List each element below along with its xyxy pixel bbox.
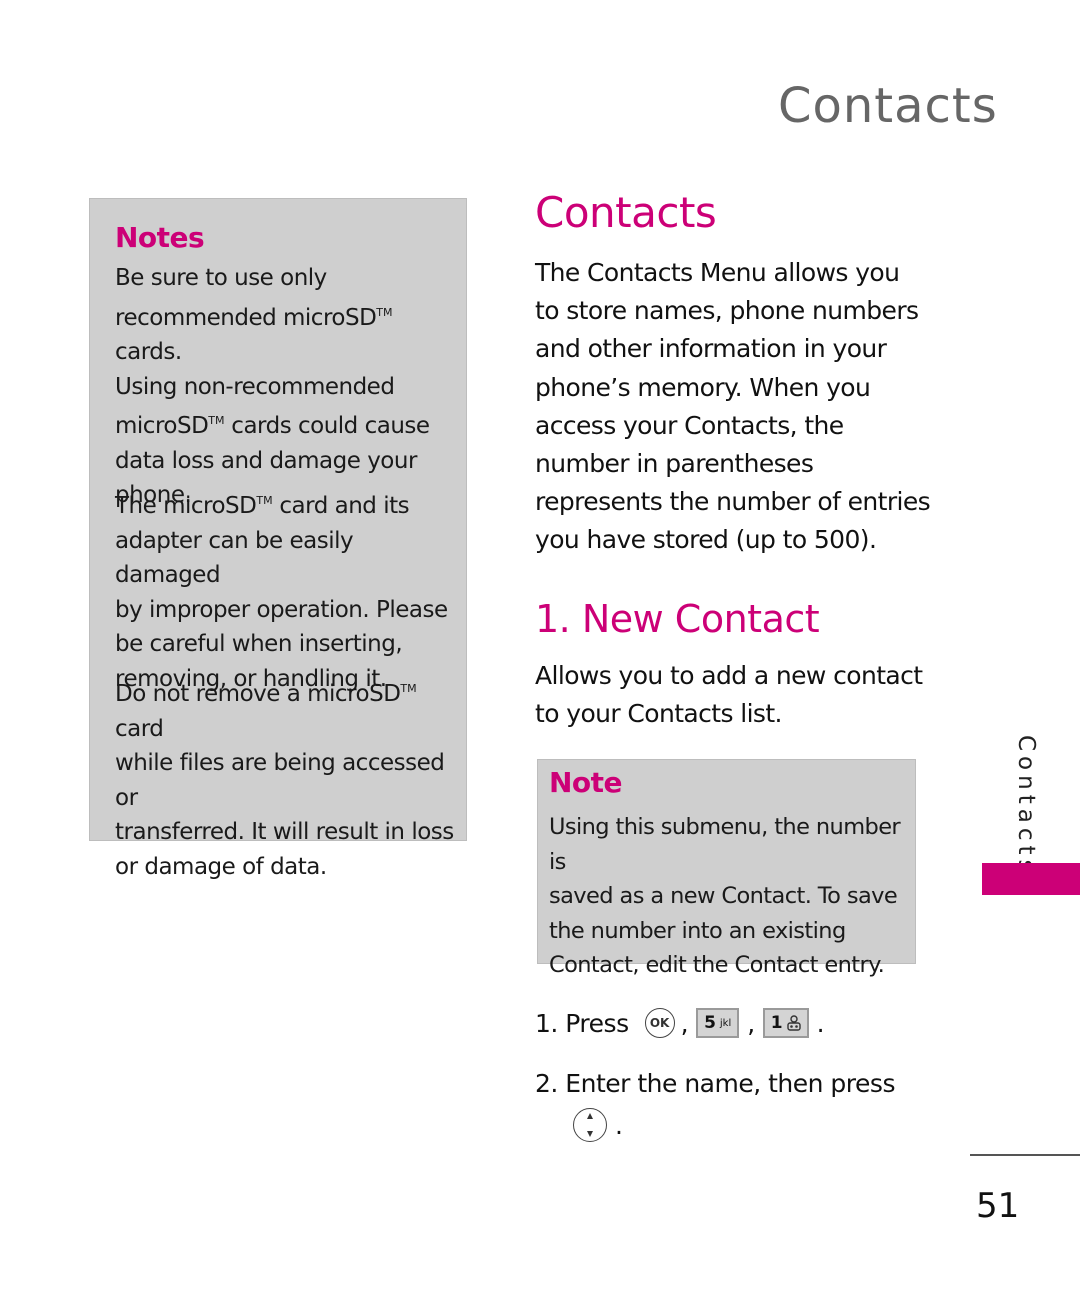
footer-divider [970,1154,1080,1156]
section-title: Contacts [535,188,717,237]
step-2: 2. Enter the name, then press [535,1069,895,1098]
number-5-key-icon: 5 jkl [696,1008,740,1038]
notes-box: Notes Be sure to use only recommended mi… [89,198,467,880]
down-arrow-icon [587,1131,593,1137]
step-2-text: 2. Enter the name, then press [535,1069,895,1098]
trademark-symbol: TM [400,682,417,695]
running-header: Contacts [778,78,998,134]
navigation-key-icon [573,1108,607,1142]
intro-paragraph: The Contacts Menu allows you to store na… [535,258,931,555]
notes-paragraph: Be sure to use only recommended microSDT… [115,265,430,508]
page-number: 51 [976,1186,1020,1226]
side-tab-marker [982,863,1080,895]
step-1: 1. Press OK, 5 jkl , 1 . [535,1008,825,1038]
notes-paragraph: Do not remove a microSDTM card while fil… [115,681,454,880]
notes-title: Notes [115,221,205,254]
trademark-symbol: TM [208,414,225,427]
side-tab-label: Contacts [1013,735,1039,877]
trademark-symbol: TM [256,494,273,507]
subsection-paragraph: Allows you to add a new contact to your … [535,661,923,729]
step-2-key-row: . [535,1108,623,1142]
notes-paragraph: The microSDTM card and its adapter can b… [115,493,448,692]
ok-key-icon: OK [644,1008,675,1038]
subsection-title: 1. New Contact [535,597,820,641]
step-1-text: 1. Press [535,1008,629,1038]
note-text: Using this submenu, the number is saved … [549,814,901,978]
up-arrow-icon [587,1113,593,1119]
note-box: Note Using this submenu, the number is s… [537,759,916,978]
number-1-key-icon: 1 [762,1008,809,1038]
note-title: Note [549,766,623,799]
trademark-symbol: TM [376,305,393,319]
voicemail-icon [786,1015,801,1031]
